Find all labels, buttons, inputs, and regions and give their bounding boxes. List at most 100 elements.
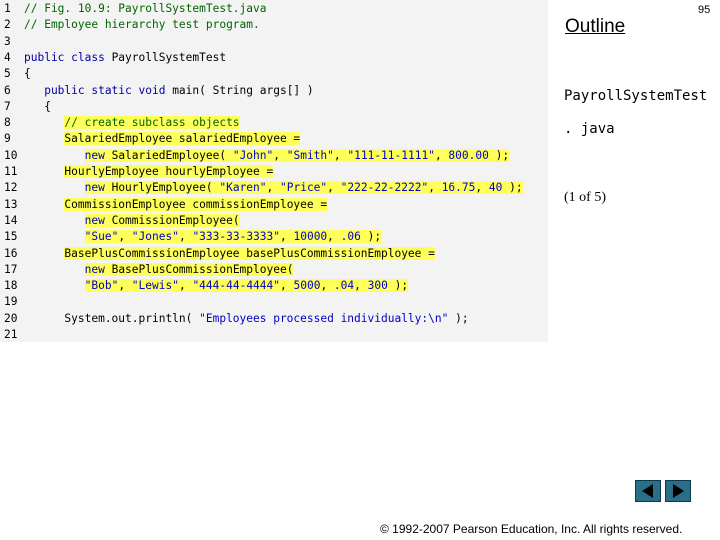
code-line: 6 public static void main( String args[]… [0, 83, 548, 99]
code-text: CommissionEmployee commissionEmployee = [24, 197, 328, 213]
line-number: 21 [4, 328, 18, 341]
code-text: new BasePlusCommissionEmployee( [24, 262, 294, 278]
line-number: 16 [4, 246, 18, 260]
next-slide-button[interactable] [665, 480, 691, 502]
code-line: 8 // create subclass objects [0, 115, 548, 131]
code-token: ); [488, 148, 510, 162]
code-token: // create subclass objects [64, 116, 240, 130]
code-token: , [178, 279, 193, 293]
code-token: 16.75 [441, 181, 476, 195]
line-number: 14 [4, 213, 18, 227]
code-token: BasePlusCommissionEmployee basePlusCommi… [64, 246, 435, 260]
code-token: "444-44-4444" [192, 279, 280, 293]
code-token: HourlyEmployee( [111, 181, 220, 195]
code-token: 10000 [293, 230, 328, 244]
code-token: , [327, 181, 341, 195]
code-token: "Karen" [219, 181, 267, 195]
code-token: public class [24, 50, 112, 64]
code-line: 17 new BasePlusCommissionEmployee( [0, 262, 548, 278]
code-token: "333-33-3333" [192, 230, 280, 244]
slide-counter: (1 of 5) [564, 190, 606, 205]
line-number: 20 [4, 311, 18, 325]
code-line: 16 BasePlusCommissionEmployee basePlusCo… [0, 246, 548, 262]
code-token: PayrollSystemTest [111, 50, 227, 64]
line-number: 3 [4, 34, 11, 48]
code-token: HourlyEmployee hourlyEmployee = [64, 165, 274, 178]
code-token: , [280, 230, 294, 244]
code-token: // Employee hierarchy test program. [24, 18, 260, 32]
code-text: public static void main( String args[] ) [24, 83, 314, 99]
code-line: 12 new HourlyEmployee( "Karen", "Price",… [0, 180, 548, 196]
code-token: new [84, 262, 112, 276]
code-line: 3 [0, 34, 548, 50]
code-text: new SalariedEmployee( "John", "Smith", "… [24, 148, 510, 164]
code-token: , [280, 279, 294, 293]
code-text: BasePlusCommissionEmployee basePlusCommi… [24, 246, 435, 262]
code-token: SalariedEmployee( [111, 148, 233, 162]
code-token: CommissionEmployee( [111, 213, 240, 227]
code-line: 21 [0, 327, 548, 343]
code-token: , [178, 230, 193, 244]
code-token: , [434, 148, 449, 162]
code-text: { [24, 66, 31, 82]
triangle-right-icon [673, 484, 684, 498]
code-listing: 1 // Fig. 10.9: PayrollSystemTest.java 2 //… [0, 0, 548, 342]
code-token: .06 [340, 230, 361, 244]
code-token: "Bob" [84, 279, 119, 293]
code-token: "222-22-2222" [340, 181, 429, 195]
line-number: 11 [4, 165, 18, 178]
code-token: new [84, 181, 112, 195]
code-token: , [354, 279, 368, 293]
code-line: 18 "Bob", "Lewis", "444-44-4444", 5000, … [0, 278, 548, 294]
line-number: 5 [4, 67, 11, 81]
code-token: , [118, 230, 132, 244]
code-text: HourlyEmployee hourlyEmployee = [24, 164, 274, 180]
code-text: SalariedEmployee salariedEmployee = [24, 131, 301, 147]
code-token: { [24, 67, 31, 81]
code-text: // create subclass objects [24, 115, 240, 131]
code-token: new [84, 213, 112, 227]
previous-slide-button[interactable] [635, 480, 661, 502]
copyright-notice: © 1992-2007 Pearson Education, Inc. All … [380, 522, 683, 536]
line-number: 17 [4, 262, 18, 276]
code-text: "Bob", "Lewis", "444-44-4444", 5000, .04… [24, 278, 409, 294]
code-token: ); [502, 181, 523, 195]
code-text: System.out.println( "Employees processed… [24, 311, 468, 327]
code-line: 9 SalariedEmployee salariedEmployee = [0, 131, 548, 147]
page-number: 95 [698, 4, 711, 16]
line-number: 6 [4, 83, 11, 97]
triangle-left-icon [642, 484, 653, 498]
code-text: // Employee hierarchy test program. [24, 17, 260, 33]
code-text: "Sue", "Jones", "333-33-3333", 10000, .0… [24, 229, 382, 245]
line-number: 9 [4, 132, 11, 146]
code-token: ); [360, 230, 382, 244]
code-token: // Fig. 10.9: PayrollSystemTest.java [24, 2, 267, 15]
code-token: , [327, 230, 341, 244]
line-number: 2 [4, 18, 11, 32]
code-token: 5000 [293, 279, 321, 293]
code-line: 15 "Sue", "Jones", "333-33-3333", 10000,… [0, 229, 548, 245]
line-number: 8 [4, 116, 11, 130]
code-token: new [84, 148, 112, 162]
code-token: , [266, 181, 280, 195]
code-token: main( String args[] ) [172, 83, 314, 97]
code-line: 2 // Employee hierarchy test program. [0, 17, 548, 33]
code-token: , [333, 148, 348, 162]
code-token: System.out.println( [24, 311, 200, 325]
code-line: 14 new CommissionEmployee( [0, 213, 548, 229]
code-line: 11 HourlyEmployee hourlyEmployee = [0, 164, 548, 180]
code-text: new CommissionEmployee( [24, 213, 240, 229]
code-line: 4 public class PayrollSystemTest [0, 50, 548, 66]
code-token: "Smith" [286, 148, 334, 162]
line-number: 15 [4, 230, 18, 244]
code-token: , [428, 181, 442, 195]
line-number: 10 [4, 148, 18, 162]
code-token: "John" [232, 148, 274, 162]
code-text: public class PayrollSystemTest [24, 50, 226, 66]
